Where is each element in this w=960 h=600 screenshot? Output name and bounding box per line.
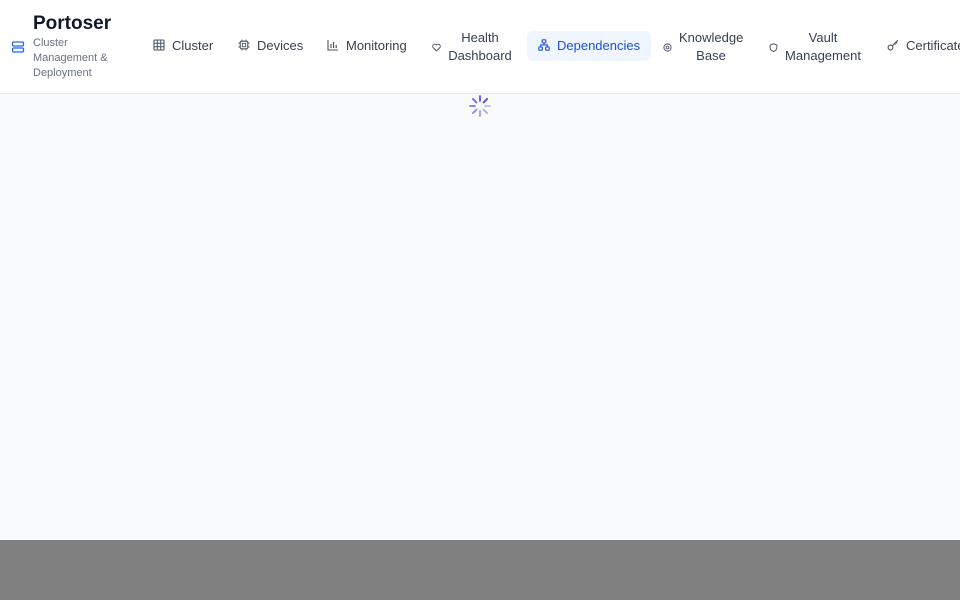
nav-item-label: Knowledge Base: [679, 30, 744, 63]
spinner-ray: [482, 98, 488, 104]
nav-item-label: Vault Management: [785, 30, 861, 63]
brain-icon: [663, 40, 672, 55]
nav-item-certificate[interactable]: Certificate: [887, 31, 960, 61]
brand-title: Portoser: [33, 13, 112, 34]
network-icon: [538, 38, 550, 54]
brand-subtitle: Cluster Management & Deployment: [33, 37, 108, 79]
nav-item-label: Health Dashboard: [448, 30, 512, 63]
nav-item-label: Dependencies: [557, 38, 641, 53]
bottom-overlay: [0, 540, 960, 600]
brand[interactable]: Portoser Cluster Management & Deployment: [11, 12, 131, 84]
spinner-ray: [472, 98, 478, 104]
heart-icon: [432, 40, 441, 55]
nav-item-cluster[interactable]: Cluster: [153, 31, 213, 61]
app-window: Portoser Cluster Management & Deployment…: [0, 0, 960, 540]
bar-chart-icon: [327, 39, 339, 54]
top-navigation-bar: Portoser Cluster Management & Deployment…: [0, 0, 960, 94]
nav-item-devices[interactable]: Devices: [238, 31, 303, 61]
nav-item-label: Monitoring: [346, 38, 407, 53]
key-icon: [887, 39, 899, 54]
loading-spinner-icon: [468, 94, 492, 118]
nav-item-health-dashboard[interactable]: Health Dashboard: [432, 29, 512, 65]
spinner-ray: [482, 108, 488, 114]
nav-item-dependencies[interactable]: Dependencies: [527, 31, 652, 61]
nav-item-monitoring[interactable]: Monitoring: [327, 31, 407, 61]
nav-item-vault-management[interactable]: Vault Management: [769, 29, 861, 65]
spinner-ray: [472, 108, 478, 114]
cpu-icon: [238, 39, 250, 54]
server-stack-icon: [11, 40, 25, 54]
nav-item-knowledge-base[interactable]: Knowledge Base: [663, 29, 743, 65]
nav-item-label: Cluster: [172, 38, 214, 53]
grid-icon: [153, 38, 165, 54]
nav-item-label: Devices: [257, 38, 304, 53]
shield-icon: [769, 40, 778, 55]
nav-item-label: Certificate: [906, 38, 960, 53]
